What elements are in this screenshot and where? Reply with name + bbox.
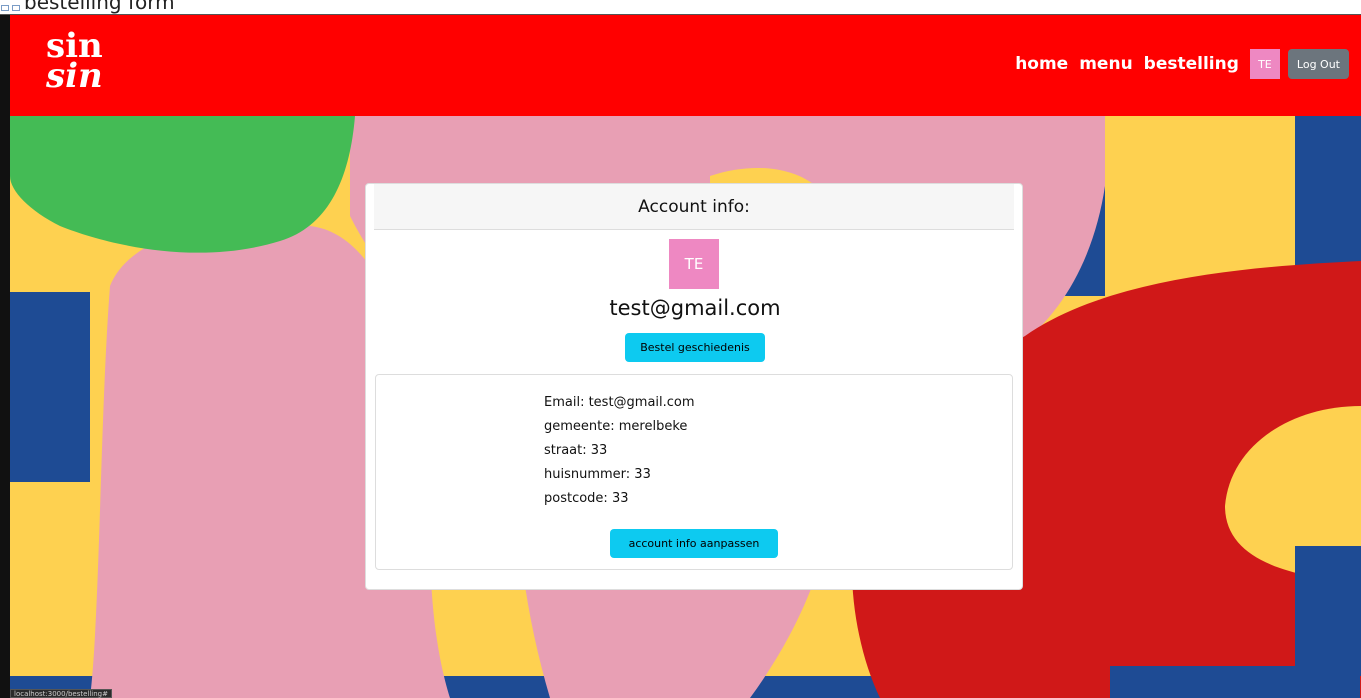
nav-user-avatar[interactable]: TE: [1249, 49, 1280, 79]
account-details-box: Email: test@gmail.com gemeente: merelbek…: [375, 374, 1013, 570]
site-logo[interactable]: sin sin: [46, 29, 103, 96]
account-info-card: Account info: TE test@gmail.com Bestel g…: [365, 183, 1023, 590]
account-avatar: TE: [669, 239, 719, 289]
logo-line-2: sin: [46, 56, 103, 96]
browser-tab-strip: bestelling form: [0, 0, 1361, 14]
detail-huisnummer: huisnummer: 33: [544, 467, 651, 482]
detail-straat: straat: 33: [544, 443, 608, 458]
detail-gemeente: gemeente: merelbeke: [544, 419, 688, 434]
logout-button[interactable]: Log Out: [1287, 49, 1349, 79]
order-history-button[interactable]: Bestel geschiedenis: [625, 333, 765, 362]
nav-link-menu[interactable]: menu: [1079, 54, 1132, 74]
nav-link-home[interactable]: home: [1015, 54, 1068, 74]
nav-link-bestelling[interactable]: bestelling: [1144, 54, 1239, 74]
nav-links: home menu bestelling TE Log Out: [1015, 48, 1349, 80]
detail-postcode: postcode: 33: [544, 491, 629, 506]
page-viewport: sin sin home menu bestelling TE Log Out …: [10, 15, 1361, 698]
edit-account-button[interactable]: account info aanpassen: [610, 529, 778, 558]
tab-favicon-icon: [0, 1, 24, 13]
detail-email: Email: test@gmail.com: [544, 395, 695, 410]
top-navbar: sin sin home menu bestelling TE Log Out: [10, 15, 1361, 116]
status-bar-url: localhost:3000/bestelling#: [10, 689, 112, 698]
tab-title[interactable]: bestelling form: [24, 0, 175, 13]
card-header: Account info:: [374, 184, 1014, 230]
account-details-list: Email: test@gmail.com gemeente: merelbek…: [544, 393, 695, 513]
account-email-heading: test@gmail.com: [609, 296, 781, 320]
